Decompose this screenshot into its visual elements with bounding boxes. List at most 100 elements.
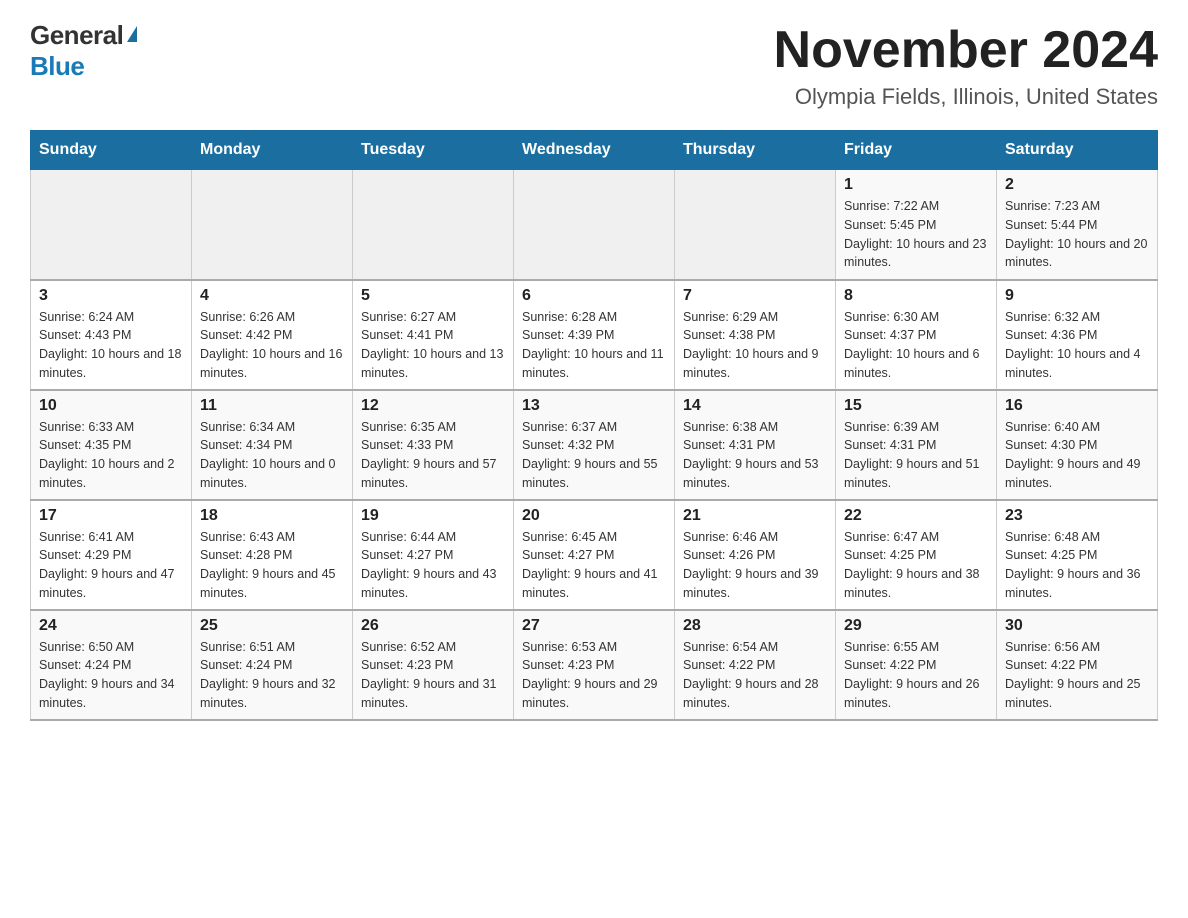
calendar-week-row: 3 Sunrise: 6:24 AMSunset: 4:43 PMDaylight… [31,280,1158,390]
day-sun-info: Sunrise: 6:43 AMSunset: 4:28 PMDaylight:… [200,528,344,603]
day-sun-info: Sunrise: 6:28 AMSunset: 4:39 PMDaylight:… [522,308,666,383]
logo: General Blue [30,20,137,82]
calendar-cell: 14Sunrise: 6:38 AMSunset: 4:31 PMDayligh… [675,390,836,500]
calendar-cell: 28 Sunrise: 6:54 AMSunset: 4:22 PMDayligh… [675,610,836,720]
calendar-cell: 3 Sunrise: 6:24 AMSunset: 4:43 PMDaylight… [31,280,192,390]
calendar-cell: 10 Sunrise: 6:33 AMSunset: 4:35 PMDayligh… [31,390,192,500]
day-number: 9 [1005,287,1149,305]
day-sun-info: Sunrise: 6:30 AMSunset: 4:37 PMDaylight:… [844,308,988,383]
day-number: 10 [39,397,183,415]
day-number: 11 [200,397,344,415]
day-sun-info: Sunrise: 6:39 AMSunset: 4:31 PMDaylight:… [844,418,988,493]
calendar-cell: 29 Sunrise: 6:55 AMSunset: 4:22 PMDayligh… [836,610,997,720]
day-sun-info: Sunrise: 6:33 AMSunset: 4:35 PMDaylight:… [39,418,183,493]
calendar-cell: 8 Sunrise: 6:30 AMSunset: 4:37 PMDaylight… [836,280,997,390]
day-number: 28 [683,617,827,635]
calendar-cell: 5 Sunrise: 6:27 AMSunset: 4:41 PMDaylight… [353,280,514,390]
day-number: 21 [683,507,827,525]
calendar-cell [353,170,514,280]
calendar-cell: 24 Sunrise: 6:50 AMSunset: 4:24 PMDayligh… [31,610,192,720]
day-sun-info: Sunrise: 6:41 AMSunset: 4:29 PMDaylight:… [39,528,183,603]
day-sun-info: Sunrise: 6:24 AMSunset: 4:43 PMDaylight:… [39,308,183,383]
day-sun-info: Sunrise: 6:35 AMSunset: 4:33 PMDaylight:… [361,418,505,493]
page-header: General Blue November 2024 Olympia Field… [30,20,1158,110]
day-number: 26 [361,617,505,635]
day-sun-info: Sunrise: 6:50 AMSunset: 4:24 PMDaylight:… [39,638,183,713]
calendar-cell: 1Sunrise: 7:22 AMSunset: 5:45 PMDaylight… [836,170,997,280]
day-sun-info: Sunrise: 6:40 AMSunset: 4:30 PMDaylight:… [1005,418,1149,493]
day-sun-info: Sunrise: 6:55 AMSunset: 4:22 PMDaylight:… [844,638,988,713]
day-sun-info: Sunrise: 6:46 AMSunset: 4:26 PMDaylight:… [683,528,827,603]
day-sun-info: Sunrise: 6:47 AMSunset: 4:25 PMDaylight:… [844,528,988,603]
calendar-cell: 18 Sunrise: 6:43 AMSunset: 4:28 PMDayligh… [192,500,353,610]
day-sun-info: Sunrise: 6:32 AMSunset: 4:36 PMDaylight:… [1005,308,1149,383]
calendar-cell: 11 Sunrise: 6:34 AMSunset: 4:34 PMDayligh… [192,390,353,500]
calendar-table: SundayMondayTuesdayWednesdayThursdayFrid… [30,130,1158,721]
day-header-thursday: Thursday [675,131,836,170]
day-number: 29 [844,617,988,635]
logo-blue: Blue [30,51,84,82]
day-sun-info: Sunrise: 7:22 AMSunset: 5:45 PMDaylight:… [844,197,988,272]
day-header-tuesday: Tuesday [353,131,514,170]
day-number: 20 [522,507,666,525]
day-number: 22 [844,507,988,525]
day-number: 23 [1005,507,1149,525]
day-number: 8 [844,287,988,305]
calendar-week-row: 24 Sunrise: 6:50 AMSunset: 4:24 PMDayligh… [31,610,1158,720]
day-sun-info: Sunrise: 6:56 AMSunset: 4:22 PMDaylight:… [1005,638,1149,713]
calendar-cell: 23 Sunrise: 6:48 AMSunset: 4:25 PMDayligh… [997,500,1158,610]
day-number: 18 [200,507,344,525]
calendar-cell: 30 Sunrise: 6:56 AMSunset: 4:22 PMDayligh… [997,610,1158,720]
calendar-cell: 25 Sunrise: 6:51 AMSunset: 4:24 PMDayligh… [192,610,353,720]
title-section: November 2024 Olympia Fields, Illinois, … [774,20,1158,110]
day-number: 30 [1005,617,1149,635]
calendar-cell: 19 Sunrise: 6:44 AMSunset: 4:27 PMDayligh… [353,500,514,610]
day-number: 13 [522,397,666,415]
day-number: 4 [200,287,344,305]
day-number: 6 [522,287,666,305]
calendar-cell [514,170,675,280]
day-sun-info: Sunrise: 6:37 AMSunset: 4:32 PMDaylight:… [522,418,666,493]
day-sun-info: Sunrise: 6:54 AMSunset: 4:22 PMDaylight:… [683,638,827,713]
day-header-sunday: Sunday [31,131,192,170]
day-sun-info: Sunrise: 6:44 AMSunset: 4:27 PMDaylight:… [361,528,505,603]
day-sun-info: Sunrise: 6:48 AMSunset: 4:25 PMDaylight:… [1005,528,1149,603]
calendar-week-row: 1Sunrise: 7:22 AMSunset: 5:45 PMDaylight… [31,170,1158,280]
day-number: 5 [361,287,505,305]
day-sun-info: Sunrise: 6:51 AMSunset: 4:24 PMDaylight:… [200,638,344,713]
calendar-cell: 15 Sunrise: 6:39 AMSunset: 4:31 PMDayligh… [836,390,997,500]
day-sun-info: Sunrise: 6:27 AMSunset: 4:41 PMDaylight:… [361,308,505,383]
day-sun-info: Sunrise: 7:23 AMSunset: 5:44 PMDaylight:… [1005,197,1149,272]
calendar-cell: 27 Sunrise: 6:53 AMSunset: 4:23 PMDayligh… [514,610,675,720]
month-title: November 2024 [774,20,1158,80]
calendar-cell [192,170,353,280]
day-sun-info: Sunrise: 6:45 AMSunset: 4:27 PMDaylight:… [522,528,666,603]
day-sun-info: Sunrise: 6:52 AMSunset: 4:23 PMDaylight:… [361,638,505,713]
day-number: 27 [522,617,666,635]
day-number: 3 [39,287,183,305]
logo-triangle-icon [127,26,137,42]
day-number: 7 [683,287,827,305]
day-sun-info: Sunrise: 6:53 AMSunset: 4:23 PMDaylight:… [522,638,666,713]
day-number: 17 [39,507,183,525]
calendar-cell: 17 Sunrise: 6:41 AMSunset: 4:29 PMDayligh… [31,500,192,610]
day-header-wednesday: Wednesday [514,131,675,170]
day-number: 25 [200,617,344,635]
calendar-cell: 12Sunrise: 6:35 AMSunset: 4:33 PMDayligh… [353,390,514,500]
calendar-cell: 20 Sunrise: 6:45 AMSunset: 4:27 PMDayligh… [514,500,675,610]
day-number: 19 [361,507,505,525]
day-number: 15 [844,397,988,415]
calendar-cell: 16Sunrise: 6:40 AMSunset: 4:30 PMDayligh… [997,390,1158,500]
calendar-cell: 4Sunrise: 6:26 AMSunset: 4:42 PMDaylight… [192,280,353,390]
day-number: 2 [1005,176,1149,194]
day-sun-info: Sunrise: 6:34 AMSunset: 4:34 PMDaylight:… [200,418,344,493]
day-sun-info: Sunrise: 6:38 AMSunset: 4:31 PMDaylight:… [683,418,827,493]
day-sun-info: Sunrise: 6:29 AMSunset: 4:38 PMDaylight:… [683,308,827,383]
calendar-cell: 7 Sunrise: 6:29 AMSunset: 4:38 PMDaylight… [675,280,836,390]
location: Olympia Fields, Illinois, United States [774,84,1158,110]
day-number: 24 [39,617,183,635]
calendar-cell: 9 Sunrise: 6:32 AMSunset: 4:36 PMDaylight… [997,280,1158,390]
calendar-week-row: 10 Sunrise: 6:33 AMSunset: 4:35 PMDayligh… [31,390,1158,500]
day-header-friday: Friday [836,131,997,170]
calendar-cell: 26 Sunrise: 6:52 AMSunset: 4:23 PMDayligh… [353,610,514,720]
